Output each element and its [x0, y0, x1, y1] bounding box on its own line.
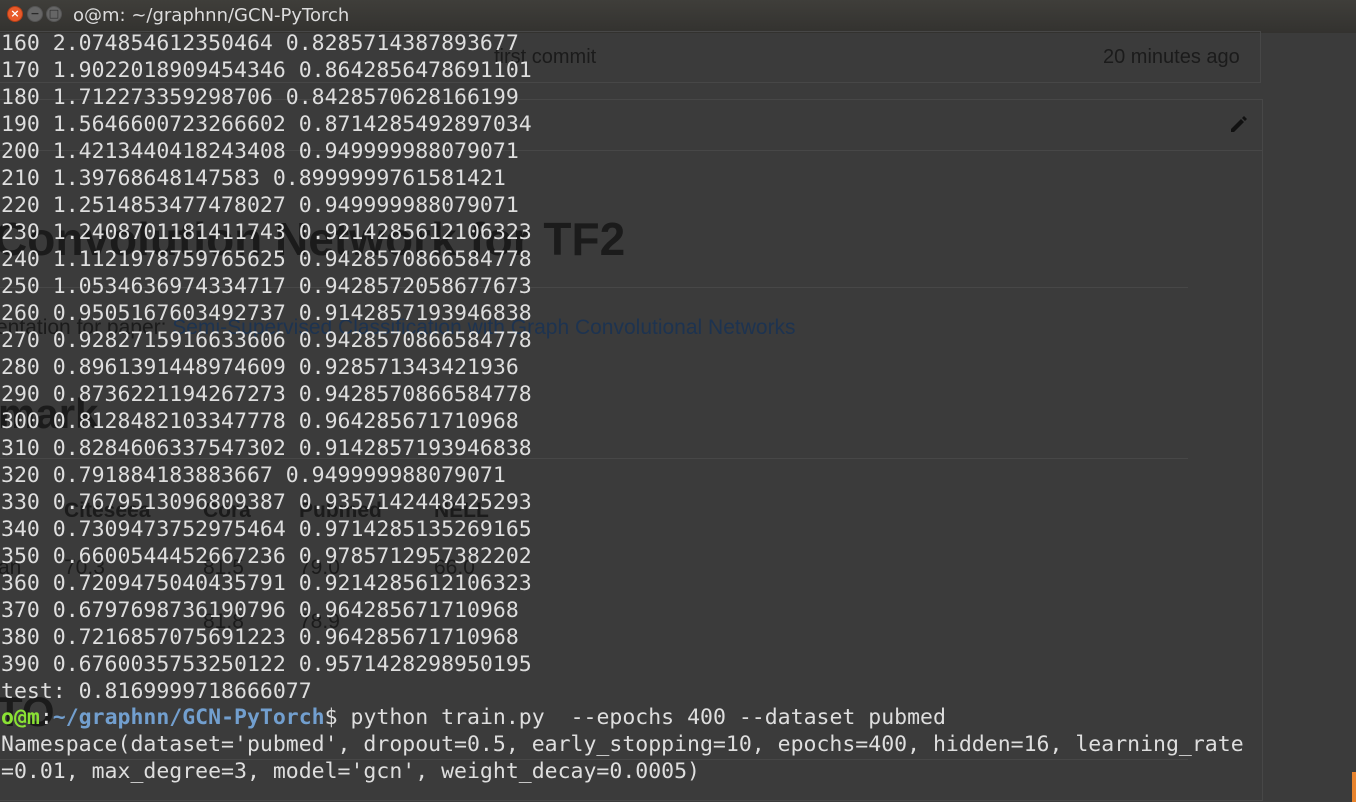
window-title: o@m: ~/graphnn/GCN-PyTorch [73, 5, 350, 26]
prompt-separator: : [39, 705, 53, 730]
log-line: test: 0.8169999718666077 [1, 679, 312, 704]
log-line: 230 1.2408701181411743 0.921428561210632… [1, 220, 532, 245]
log-line: 330 0.7679513096809387 0.935714244842529… [1, 490, 532, 515]
log-line: 340 0.7309473752975464 0.971428513526916… [1, 517, 532, 542]
window-titlebar[interactable]: × − □ o@m: ~/graphnn/GCN-PyTorch [0, 0, 1356, 33]
log-line: 300 0.8128482103347778 0.964285671710968 [1, 409, 519, 434]
maximize-icon: □ [48, 7, 60, 20]
log-line: 350 0.6600544452667236 0.978571295738220… [1, 544, 532, 569]
log-line: 240 1.1121978759765625 0.942857086658477… [1, 247, 532, 272]
prompt-line: o@m:~/graphnn/GCN-PyTorch$ python train.… [1, 704, 946, 731]
log-line: 310 0.8284606337547302 0.914285719394683… [1, 436, 532, 461]
terminal-cursor [1352, 772, 1356, 802]
log-line: 280 0.8961391448974609 0.928571343421936 [1, 355, 519, 380]
log-line: 290 0.8736221194267273 0.942857086658477… [1, 382, 532, 407]
output-line: =0.01, max_degree=3, model='gcn', weight… [1, 759, 700, 784]
log-line: 190 1.5646600723266602 0.871428549289703… [1, 112, 532, 137]
log-line: 360 0.7209475040435791 0.921428561210632… [1, 571, 532, 596]
command-text: python train.py --epochs 400 --dataset p… [337, 705, 946, 730]
close-button[interactable]: × [7, 6, 23, 22]
output-line: Namespace(dataset='pubmed', dropout=0.5,… [1, 732, 1244, 757]
log-line: 380 0.7216857075691223 0.964285671710968 [1, 625, 519, 650]
log-line: 170 1.9022018909454346 0.864285647869110… [1, 58, 532, 83]
maximize-button[interactable]: □ [46, 6, 62, 22]
log-line: 200 1.4213440418243408 0.949999988079071 [1, 139, 519, 164]
terminal-area[interactable]: 160 2.074854612350464 0.8285714387893677… [0, 31, 1356, 802]
minimize-icon: − [30, 7, 40, 20]
prompt-symbol: $ [324, 705, 338, 730]
log-line: 180 1.712273359298706 0.8428570628166199 [1, 85, 519, 110]
log-line: 220 1.2514853477478027 0.949999988079071 [1, 193, 519, 218]
prompt-user: o@m [1, 705, 40, 730]
log-line: 160 2.074854612350464 0.8285714387893677 [1, 31, 519, 56]
prompt-path: ~/graphnn/GCN-PyTorch [52, 705, 325, 730]
log-line: 320 0.791884183883667 0.949999988079071 [1, 463, 506, 488]
close-icon: × [10, 7, 20, 20]
log-line: 270 0.9282715916633606 0.942857086658477… [1, 328, 532, 353]
log-line: 390 0.6760035753250122 0.957142829895019… [1, 652, 532, 677]
log-line: 370 0.6797698736190796 0.964285671710968 [1, 598, 519, 623]
log-line: 260 0.9505167603492737 0.914285719394683… [1, 301, 532, 326]
log-line: 210 1.39768648147583 0.8999999761581421 [1, 166, 506, 191]
log-line: 250 1.0534636974334717 0.942857205867767… [1, 274, 532, 299]
minimize-button[interactable]: − [27, 6, 43, 22]
